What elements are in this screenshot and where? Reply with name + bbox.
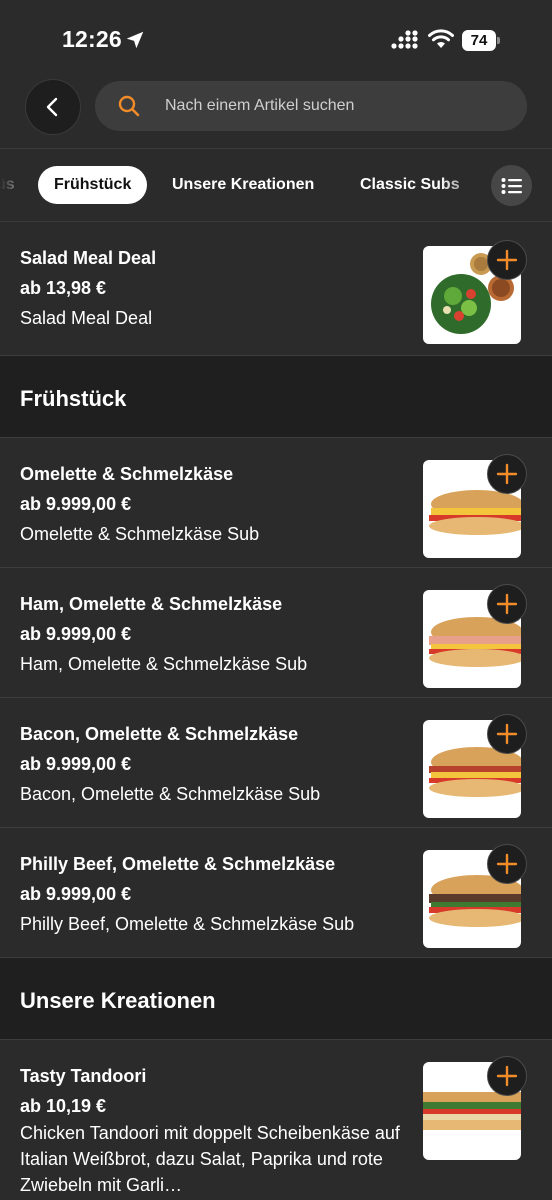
item-name: Omelette & Schmelzkäse: [20, 464, 234, 484]
status-time: 12:26: [62, 26, 122, 52]
item-name: Bacon, Omelette & Schmelzkäse: [20, 724, 299, 744]
item-name: Philly Beef, Omelette & Schmelzkäse: [20, 854, 336, 874]
add-button[interactable]: [487, 454, 527, 494]
item-description: Philly Beef, Omelette & Schmelzkäse Sub: [20, 914, 355, 934]
item-description: Salad Meal Deal: [20, 308, 153, 328]
add-button[interactable]: [487, 1056, 527, 1096]
item-price: ab 9.999,00 €: [20, 494, 132, 514]
list-icon: [501, 177, 522, 194]
category-tabs: üs Frühstück Unsere Kreationen Classic S…: [0, 148, 552, 222]
plus-icon: [496, 593, 518, 615]
list-item[interactable]: Salad Meal Deal ab 13,98 € Salad Meal De…: [0, 222, 552, 356]
item-description: Omelette & Schmelzkäse Sub: [20, 524, 260, 544]
item-price: ab 9.999,00 €: [20, 884, 132, 904]
tab-fade-right: [440, 149, 490, 221]
item-description: Ham, Omelette & Schmelzkäse Sub: [20, 654, 308, 674]
battery-level: 74: [462, 30, 496, 51]
add-button[interactable]: [487, 584, 527, 624]
add-button[interactable]: [487, 844, 527, 884]
battery-indicator: 74: [462, 30, 500, 51]
section-title: Frühstück: [20, 386, 127, 411]
plus-icon: [496, 463, 518, 485]
header: [0, 74, 552, 148]
add-button[interactable]: [487, 714, 527, 754]
list-item[interactable]: Ham, Omelette & Schmelzkäse ab 9.999,00 …: [0, 568, 552, 698]
add-button[interactable]: [487, 240, 527, 280]
item-description: Chicken Tandoori mit doppelt Scheibenkäs…: [20, 1123, 400, 1195]
tab-fade-left: [0, 149, 40, 221]
plus-icon: [496, 853, 518, 875]
search-icon: [118, 95, 140, 117]
menu-list: Salad Meal Deal ab 13,98 € Salad Meal De…: [0, 222, 552, 1200]
list-item[interactable]: Omelette & Schmelzkäse ab 9.999,00 € Ome…: [0, 438, 552, 568]
search-bar[interactable]: [95, 81, 527, 131]
list-item[interactable]: Philly Beef, Omelette & Schmelzkäse ab 9…: [0, 828, 552, 958]
section-header-fruehstueck: Frühstück: [0, 356, 552, 438]
item-price: ab 10,19 €: [20, 1096, 107, 1116]
location-arrow-icon: [126, 31, 144, 49]
back-button[interactable]: [25, 79, 81, 135]
plus-icon: [496, 249, 518, 271]
chevron-left-icon: [46, 97, 58, 117]
category-menu-button[interactable]: [491, 165, 532, 206]
item-price: ab 9.999,00 €: [20, 624, 132, 644]
item-name: Tasty Tandoori: [20, 1066, 147, 1086]
tab-fruehstueck[interactable]: Frühstück: [38, 166, 148, 204]
list-item[interactable]: Bacon, Omelette & Schmelzkäse ab 9.999,0…: [0, 698, 552, 828]
section-header-unsere-kreationen: Unsere Kreationen: [0, 958, 552, 1040]
item-name: Ham, Omelette & Schmelzkäse: [20, 594, 283, 614]
cellular-signal-icon: [391, 30, 418, 49]
status-bar: 12:26 74: [0, 0, 552, 74]
item-description: Bacon, Omelette & Schmelzkäse Sub: [20, 784, 321, 804]
battery-cap: [497, 37, 500, 44]
plus-icon: [496, 1065, 518, 1087]
plus-icon: [496, 723, 518, 745]
list-item[interactable]: Tasty Tandoori ab 10,19 € Chicken Tandoo…: [0, 1040, 552, 1200]
section-title: Unsere Kreationen: [20, 988, 216, 1013]
search-input[interactable]: [165, 81, 505, 131]
item-price: ab 9.999,00 €: [20, 754, 132, 774]
tab-unsere-kreationen[interactable]: Unsere Kreationen: [172, 166, 314, 204]
item-name: Salad Meal Deal: [20, 248, 157, 268]
item-price: ab 13,98 €: [20, 278, 107, 298]
wifi-icon: [428, 29, 454, 48]
